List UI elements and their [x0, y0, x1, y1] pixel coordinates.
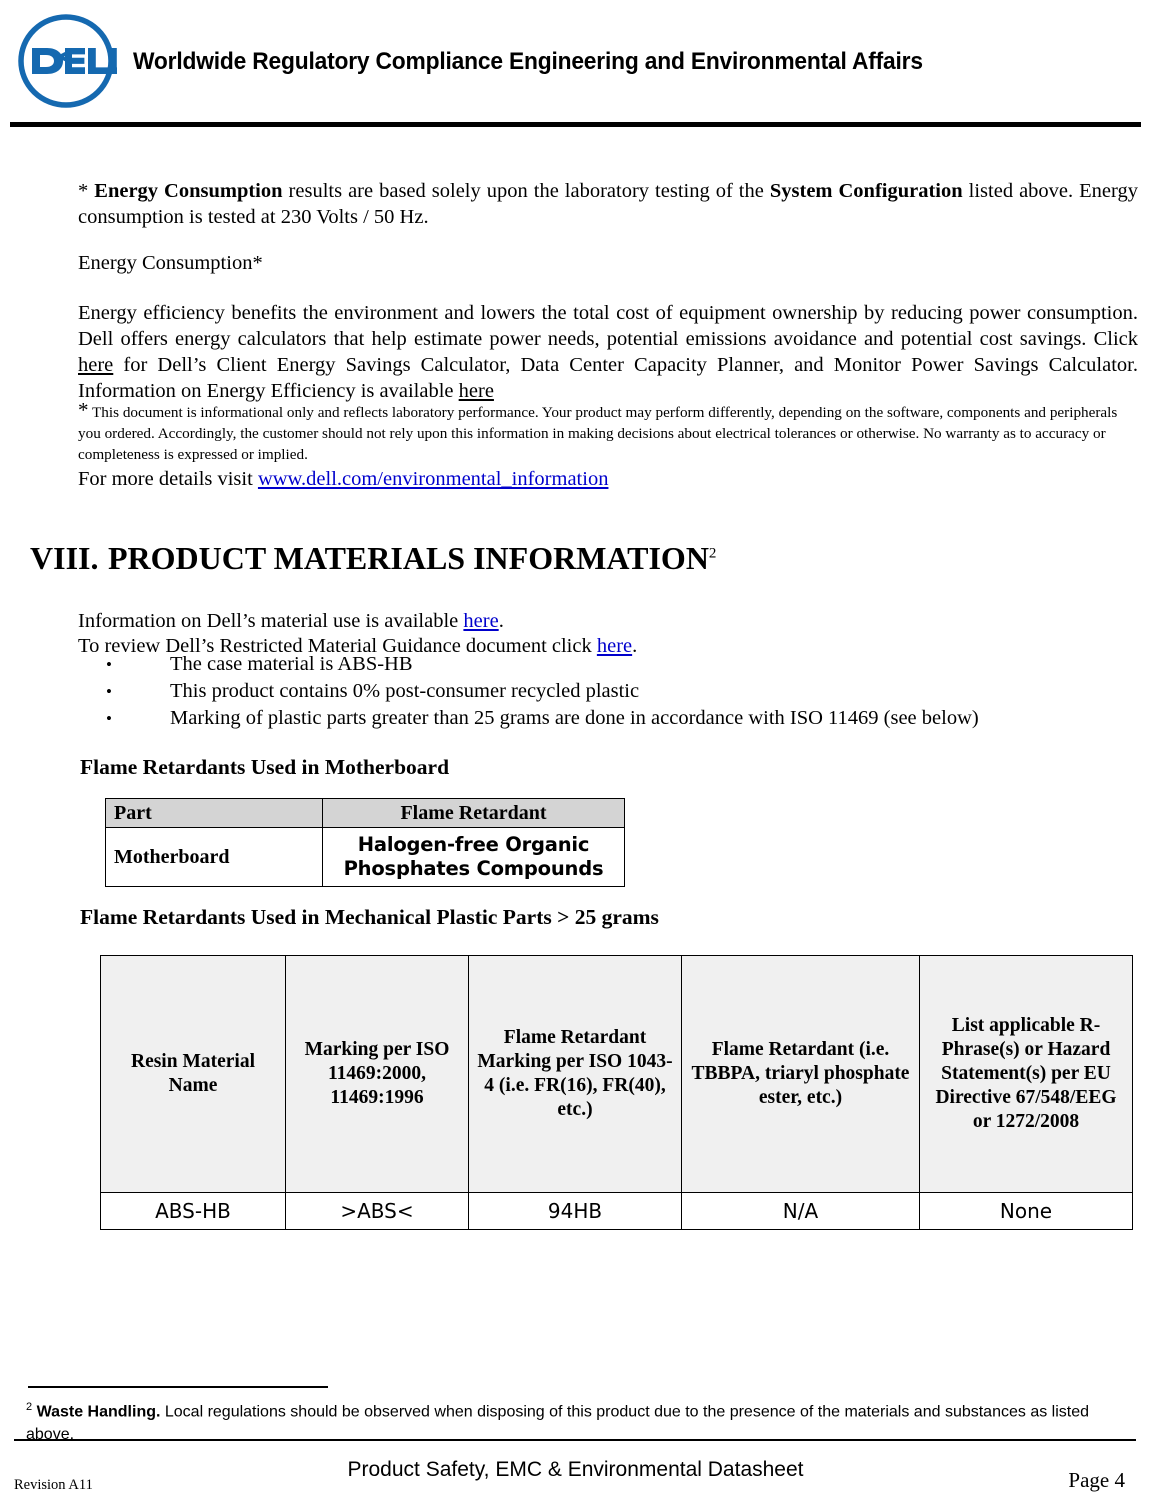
bullet-text: This product contains 0% post-consumer r…: [170, 680, 640, 702]
footnote-marker: 2: [26, 1401, 33, 1413]
page-title: Worldwide Regulatory Compliance Engineer…: [133, 48, 923, 75]
table1-cell-flame-retardant: Halogen-free Organic Phosphates Compound…: [322, 827, 625, 887]
dell-logo: [14, 12, 118, 110]
disclaimer-text: This document is informational only and …: [78, 404, 1118, 463]
footer-page-number: Page 4: [1068, 1468, 1125, 1492]
table1-cell-part: Motherboard: [105, 827, 323, 887]
material-use-line: Information on Dell’s material use is av…: [78, 608, 504, 634]
footnote-bold-label: Waste Handling.: [36, 1403, 161, 1421]
motherboard-table-heading: Flame Retardants Used in Motherboard: [80, 755, 450, 779]
section-title: PRODUCT MATERIALS INFORMATION: [108, 540, 709, 576]
header-divider: [10, 122, 1141, 127]
table1-col-flame-retardant: Flame Retardant: [322, 798, 625, 828]
footnote-text: Local regulations should be observed whe…: [26, 1403, 1090, 1444]
table2-col-fr-marking-iso-1043: Flame Retardant Marking per ISO 1043-4 (…: [468, 955, 682, 1193]
flame-retardants-plastic-parts-table: Resin Material Name Marking per ISO 1146…: [100, 955, 1133, 1230]
bullet-text: The case material is ABS-HB: [170, 653, 413, 675]
footer-document-title: Product Safety, EMC & Environmental Data…: [347, 1458, 804, 1481]
table2-cell-flame-retardant: N/A: [681, 1192, 920, 1230]
energy-efficiency-info-link[interactable]: here: [459, 380, 494, 402]
material-use-suffix: .: [498, 610, 504, 632]
efficiency-text-2: for Dell’s Client Energy Savings Calcula…: [78, 354, 1138, 402]
energy-efficiency-paragraph: Energy efficiency benefits the environme…: [78, 300, 1138, 404]
table-header-row: Part Flame Retardant: [105, 798, 625, 828]
section-number: VIII.: [30, 540, 99, 576]
flame-retardants-motherboard-table: Part Flame Retardant Motherboard Halogen…: [105, 798, 625, 887]
table2-col-r-phrase-hazard: List applicable R-Phrase(s) or Hazard St…: [919, 955, 1133, 1193]
energy-note-star: *: [78, 180, 95, 202]
environmental-information-link[interactable]: www.dell.com/environmental_information: [258, 468, 609, 490]
energy-consumption-note: * Energy Consumption results are based s…: [78, 178, 1138, 230]
client-energy-calculator-link[interactable]: here: [78, 354, 113, 376]
materials-bullet-list: The case material is ABS-HB This product…: [78, 651, 979, 732]
more-details-line: For more details visit www.dell.com/envi…: [78, 466, 608, 492]
disclaimer-star: *: [78, 398, 89, 422]
footnote-divider: [28, 1386, 328, 1388]
material-use-prefix: Information on Dell’s material use is av…: [78, 610, 464, 632]
table2-cell-marking-iso-11469: >ABS<: [285, 1192, 469, 1230]
energy-note-text-1: results are based solely upon the labora…: [282, 180, 770, 202]
section-heading: VIII. PRODUCT MATERIALS INFORMATION2: [30, 540, 716, 577]
footer-revision: Revision A11: [14, 1477, 93, 1493]
table2-cell-r-phrase-hazard: None: [919, 1192, 1133, 1230]
table-row: ABS-HB >ABS< 94HB N/A None: [100, 1192, 1133, 1230]
page-header: Worldwide Regulatory Compliance Engineer…: [0, 0, 1151, 130]
footer-divider: [14, 1439, 1136, 1441]
table2-cell-resin-material-name: ABS-HB: [100, 1192, 286, 1230]
efficiency-text-1: Energy efficiency benefits the environme…: [78, 302, 1138, 350]
table2-cell-fr-marking-iso-1043: 94HB: [468, 1192, 682, 1230]
table-header-row: Resin Material Name Marking per ISO 1146…: [100, 955, 1133, 1193]
list-item: Marking of plastic parts greater than 25…: [78, 705, 979, 732]
laboratory-disclaimer: * This document is informational only an…: [78, 400, 1138, 465]
section-footnote-marker: 2: [708, 545, 717, 562]
more-details-prefix: For more details visit: [78, 468, 258, 490]
energy-note-bold-1: Energy Consumption: [94, 180, 283, 202]
list-item: The case material is ABS-HB: [78, 651, 979, 678]
table-row: Motherboard Halogen-free Organic Phospha…: [105, 827, 625, 887]
material-use-link[interactable]: here: [463, 610, 498, 632]
energy-consumption-heading: Energy Consumption*: [78, 252, 263, 274]
energy-note-bold-2: System Configuration: [769, 180, 963, 202]
mechanical-plastic-table-heading: Flame Retardants Used in Mechanical Plas…: [80, 905, 659, 929]
table2-col-resin-material-name: Resin Material Name: [100, 955, 286, 1193]
bullet-text: Marking of plastic parts greater than 25…: [170, 707, 979, 729]
list-item: This product contains 0% post-consumer r…: [78, 678, 979, 705]
table1-col-part: Part: [105, 798, 323, 828]
table2-col-flame-retardant: Flame Retardant (i.e. TBBPA, triaryl pho…: [681, 955, 920, 1193]
table2-col-marking-iso-11469: Marking per ISO 11469:2000, 11469:1996: [285, 955, 469, 1193]
